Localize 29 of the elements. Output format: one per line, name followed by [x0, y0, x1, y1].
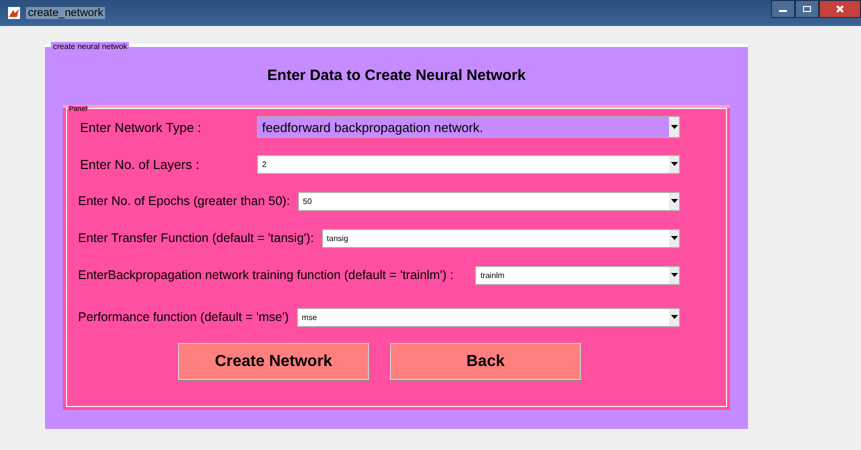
dropdown-arrow-icon: [670, 273, 678, 277]
minimize-button[interactable]: [771, 0, 795, 18]
action-button[interactable]: Create Network: [178, 343, 369, 380]
field-label: Enter No. of Epochs (greater than 50):: [78, 194, 290, 208]
action-button[interactable]: Back: [390, 343, 581, 380]
field-label: Enter Transfer Function (default = 'tansig'):: [78, 231, 314, 245]
field-label: Enter No. of Layers :: [79, 156, 200, 172]
group-label: create neural netwok: [51, 42, 130, 51]
dropdown[interactable]: tansig: [322, 228, 680, 248]
close-button[interactable]: [819, 0, 861, 18]
dropdown[interactable]: 50: [298, 192, 680, 210]
window-title: create_network: [26, 7, 106, 19]
dropdown[interactable]: mse: [296, 308, 680, 326]
dropdown-arrow-icon: [670, 199, 678, 203]
maximize-icon: [802, 5, 812, 13]
field-label: EnterBackpropagation network training function (default = 'trainlm') :: [78, 268, 454, 282]
field-label: Performance function (default = 'mse'): [78, 310, 289, 324]
dropdown-arrow-icon: [670, 162, 678, 166]
dropdown[interactable]: feedforward backpropagation network.: [257, 116, 680, 138]
dropdown[interactable]: 2: [257, 154, 680, 174]
close-icon: [835, 4, 845, 14]
dropdown-arrow-icon: [670, 315, 678, 319]
dropdown-arrow-icon: [670, 236, 678, 240]
dropdown[interactable]: trainlm: [475, 266, 680, 284]
form-heading: Enter Data to Create Neural Network: [266, 66, 527, 86]
app-icon: [8, 7, 20, 19]
dropdown-arrow-icon: [670, 125, 678, 129]
field-label: Enter Network Type :: [79, 120, 202, 134]
maximize-button[interactable]: [795, 0, 819, 18]
